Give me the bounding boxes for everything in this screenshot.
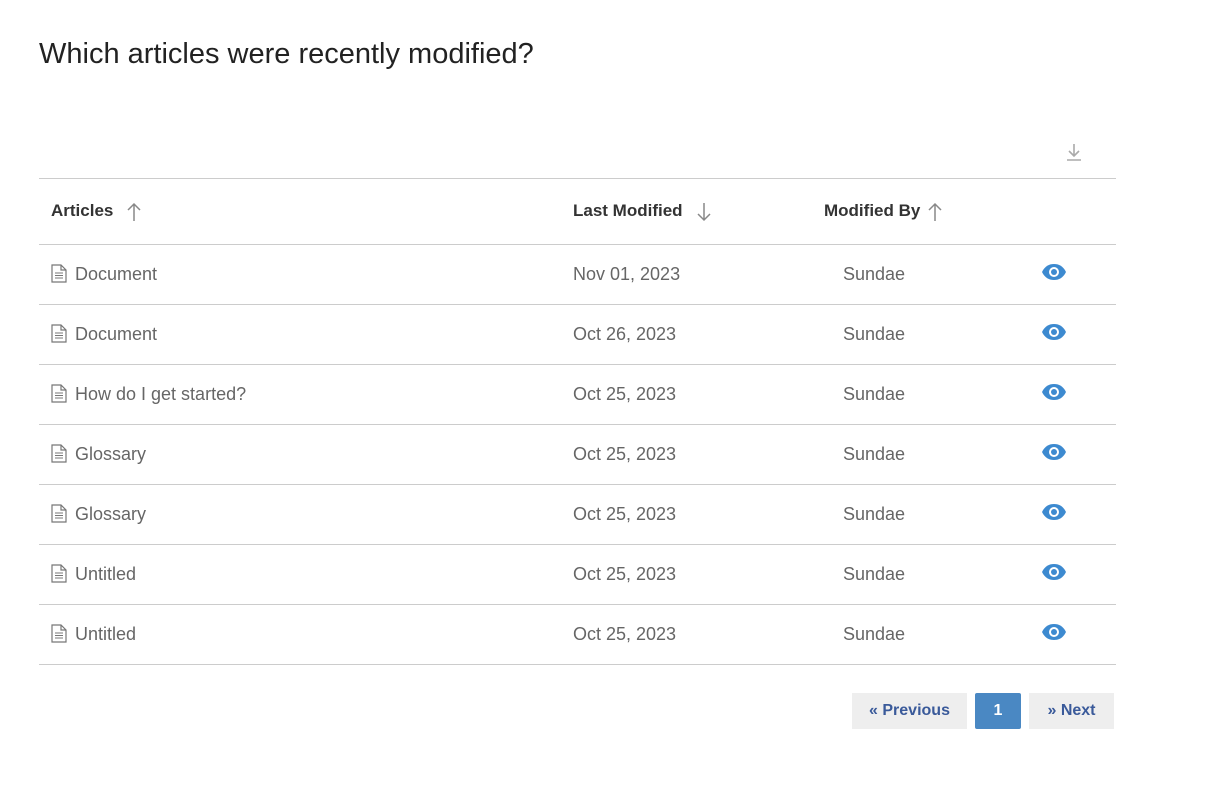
eye-icon[interactable] [1041, 263, 1067, 281]
page-1-button[interactable]: 1 [975, 693, 1021, 729]
column-header-modified-by[interactable]: Modified By [824, 179, 1041, 245]
eye-icon[interactable] [1041, 383, 1067, 401]
article-cell[interactable]: Glossary [39, 425, 573, 485]
actions-cell [1041, 365, 1116, 425]
page-title: Which articles were recently modified? [39, 38, 534, 70]
column-label: Last Modified [573, 201, 683, 221]
articles-table: Articles Last Modified Modified By Docum… [39, 178, 1116, 665]
document-icon [51, 624, 67, 643]
actions-cell [1041, 245, 1116, 305]
article-cell[interactable]: Document [39, 305, 573, 365]
article-title[interactable]: Document [75, 324, 157, 344]
table-header-row: Articles Last Modified Modified By [39, 178, 1116, 245]
article-cell[interactable]: Untitled [39, 605, 573, 665]
last-modified-cell: Oct 25, 2023 [573, 384, 677, 404]
column-label: Modified By [824, 201, 921, 221]
article-cell[interactable]: Glossary [39, 485, 573, 545]
table-row: How do I get started? Oct 25, 2023 Sunda… [39, 365, 1116, 425]
actions-cell [1041, 425, 1116, 485]
column-header-articles[interactable]: Articles [39, 179, 573, 245]
last-modified-cell: Oct 25, 2023 [573, 504, 677, 524]
modified-by-cell: Sundae [843, 444, 906, 464]
eye-icon[interactable] [1041, 563, 1067, 581]
last-modified-cell: Oct 26, 2023 [573, 324, 677, 344]
table-row: Untitled Oct 25, 2023 Sundae [39, 545, 1116, 605]
eye-icon[interactable] [1041, 503, 1067, 521]
table-row: Document Nov 01, 2023 Sundae [39, 245, 1116, 305]
eye-icon[interactable] [1041, 323, 1067, 341]
document-icon [51, 324, 67, 343]
last-modified-cell: Oct 25, 2023 [573, 564, 677, 584]
eye-icon[interactable] [1041, 443, 1067, 461]
article-cell[interactable]: How do I get started? [39, 365, 573, 425]
article-title[interactable]: Untitled [75, 564, 136, 584]
table-row: Glossary Oct 25, 2023 Sundae [39, 425, 1116, 485]
eye-icon[interactable] [1041, 623, 1067, 641]
column-label: Articles [51, 201, 114, 221]
arrow-up-icon[interactable] [928, 202, 942, 222]
table-row: Glossary Oct 25, 2023 Sundae [39, 485, 1116, 545]
document-icon [51, 444, 67, 463]
article-cell[interactable]: Document [39, 245, 573, 305]
modified-by-cell: Sundae [843, 384, 906, 404]
actions-cell [1041, 305, 1116, 365]
article-title[interactable]: Untitled [75, 624, 136, 644]
last-modified-cell: Oct 25, 2023 [573, 444, 677, 464]
actions-cell [1041, 485, 1116, 545]
actions-cell [1041, 545, 1116, 605]
modified-by-cell: Sundae [843, 504, 906, 524]
next-button[interactable]: » Next [1029, 693, 1114, 729]
table-row: Document Oct 26, 2023 Sundae [39, 305, 1116, 365]
modified-by-cell: Sundae [843, 324, 906, 344]
document-icon [51, 564, 67, 583]
article-title[interactable]: How do I get started? [75, 384, 246, 404]
article-cell[interactable]: Untitled [39, 545, 573, 605]
article-title[interactable]: Glossary [75, 504, 146, 524]
last-modified-cell: Nov 01, 2023 [573, 264, 681, 284]
modified-by-cell: Sundae [843, 564, 906, 584]
last-modified-cell: Oct 25, 2023 [573, 624, 677, 644]
article-title[interactable]: Document [75, 264, 157, 284]
column-header-last-modified[interactable]: Last Modified [573, 179, 824, 245]
table-row: Untitled Oct 25, 2023 Sundae [39, 605, 1116, 665]
previous-button[interactable]: « Previous [852, 693, 967, 729]
column-header-actions [1041, 179, 1116, 245]
arrow-down-icon[interactable] [697, 202, 711, 222]
actions-cell [1041, 605, 1116, 665]
arrow-up-icon[interactable] [127, 202, 141, 222]
article-title[interactable]: Glossary [75, 444, 146, 464]
modified-by-cell: Sundae [843, 264, 906, 284]
document-icon [51, 504, 67, 523]
download-icon[interactable] [1064, 142, 1084, 162]
pagination: « Previous 1 » Next [852, 693, 1114, 729]
modified-by-cell: Sundae [843, 624, 906, 644]
document-icon [51, 264, 67, 283]
document-icon [51, 384, 67, 403]
